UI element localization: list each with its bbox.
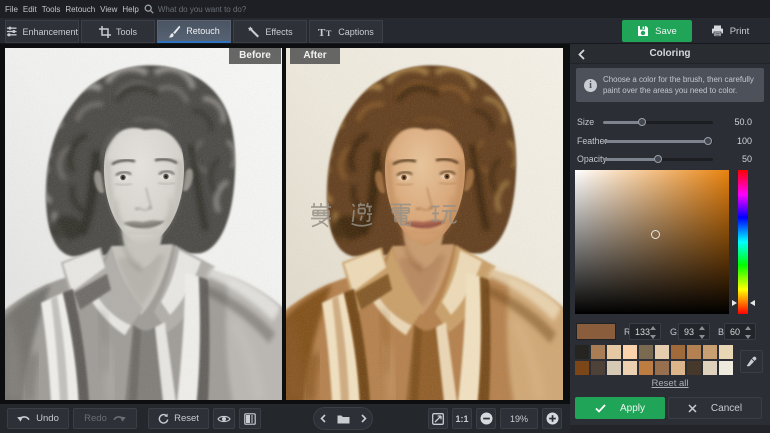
svg-text:T: T [326,29,332,37]
svg-text:T: T [318,27,326,37]
